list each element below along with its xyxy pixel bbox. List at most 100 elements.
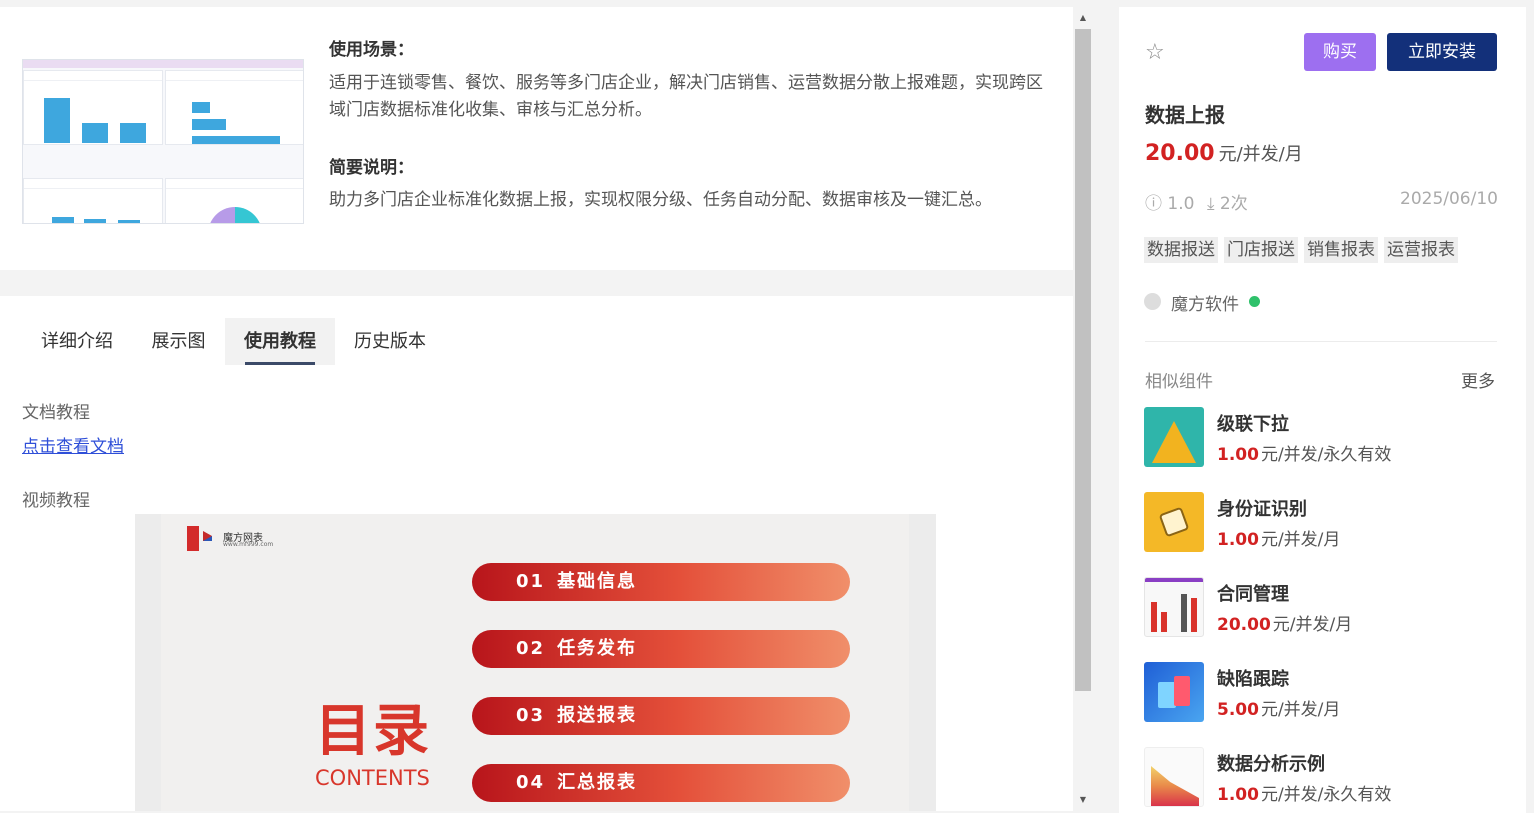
- similar-item-price-unit: 元/并发/永久有效: [1260, 785, 1392, 805]
- thumbnail-bar: [1161, 612, 1167, 632]
- tab-label: 详细介绍: [41, 331, 113, 352]
- tag[interactable]: 运营报表: [1384, 237, 1458, 263]
- tab-screenshots[interactable]: 展示图: [132, 318, 225, 365]
- scroll-down-icon[interactable]: ▼: [1073, 793, 1093, 807]
- tag[interactable]: 数据报送: [1144, 237, 1218, 263]
- scenario-title: 使用场景：: [329, 40, 414, 60]
- similar-item-price-amount: 20.00: [1217, 615, 1271, 635]
- info-icon: ⓘ: [1145, 194, 1162, 214]
- similar-title: 相似组件: [1145, 372, 1213, 392]
- contents-item-label: 报送报表: [557, 705, 638, 726]
- contents-item: 01 基础信息: [472, 563, 850, 601]
- tab-tutorial[interactable]: 使用教程: [225, 318, 335, 365]
- contents-item-label: 汇总报表: [557, 772, 638, 793]
- video-tutorial-label: 视频教程: [22, 491, 90, 511]
- doc-tutorial-label: 文档教程: [22, 403, 90, 423]
- thumbnail-bar: [84, 219, 106, 223]
- verified-badge-icon: [1249, 296, 1260, 307]
- similar-item-price-unit: 元/并发/月: [1260, 700, 1341, 720]
- tab-label: 使用教程: [244, 331, 316, 352]
- similar-item-thumbnail: [1144, 747, 1204, 807]
- thumbnail-pie: [208, 207, 262, 223]
- contents-item-num: 04: [516, 772, 546, 793]
- thumbnail-panel: [165, 178, 303, 223]
- install-button[interactable]: 立即安装: [1387, 33, 1497, 71]
- scrollbar[interactable]: ▲ ▼: [1073, 7, 1093, 811]
- area-chart-icon: [1151, 766, 1199, 806]
- thumbnail-panel: [23, 178, 163, 223]
- similar-item-price: 5.00 元/并发/月: [1217, 695, 1340, 720]
- tab-details[interactable]: 详细介绍: [22, 318, 132, 365]
- similar-more-link[interactable]: 更多: [1461, 367, 1495, 392]
- release-date: 2025/06/10: [1400, 189, 1498, 209]
- thumbnail-bar: [44, 98, 70, 143]
- similar-item-name: 缺陷跟踪: [1217, 669, 1289, 690]
- version-info: ⓘ 1.0: [1145, 189, 1194, 214]
- contents-item: 02 任务发布: [472, 630, 850, 668]
- summary-title: 简要说明：: [329, 158, 414, 178]
- price-amount: 20.00: [1145, 141, 1215, 166]
- thumbnail-bar: [192, 102, 210, 113]
- similar-item-price-amount: 1.00: [1217, 445, 1259, 465]
- scroll-thumb[interactable]: [1075, 29, 1091, 691]
- similar-item-price-unit: 元/并发/永久有效: [1260, 445, 1392, 465]
- contents-item-num: 01: [516, 571, 546, 592]
- similar-item-name: 级联下拉: [1217, 414, 1289, 435]
- product-sidebar: ☆ 购买 立即安装 数据上报 20.00 元/并发/月 ⓘ 1.0 ⤓ 2次 20…: [1119, 7, 1526, 813]
- favorite-star-icon[interactable]: ☆: [1145, 42, 1165, 64]
- contents-item: 03 报送报表: [472, 697, 850, 735]
- view-doc-link[interactable]: 点击查看文档: [22, 432, 124, 457]
- pyramid-icon: [1152, 421, 1196, 463]
- similar-item-price-unit: 元/并发/月: [1260, 530, 1341, 550]
- tag[interactable]: 门店报送: [1224, 237, 1298, 263]
- buy-button[interactable]: 购买: [1304, 33, 1376, 71]
- thumbnail-bar: [82, 123, 108, 143]
- similar-item-name: 身份证识别: [1217, 499, 1307, 520]
- similar-item-price: 1.00 元/并发/永久有效: [1217, 780, 1391, 805]
- video-frame: 魔方网表 www.mf999.com 目录 CONTENTS 01 基础信息 02…: [161, 514, 909, 811]
- similar-item-price-amount: 5.00: [1217, 700, 1259, 720]
- similar-item-price: 1.00 元/并发/永久有效: [1217, 440, 1391, 465]
- similar-item-thumbnail: [1144, 577, 1204, 637]
- scroll-up-icon[interactable]: ▲: [1073, 11, 1093, 25]
- id-card-icon: [1158, 506, 1190, 538]
- thumbnail-panel: [165, 70, 303, 145]
- tab-history[interactable]: 历史版本: [335, 318, 445, 365]
- similar-item[interactable]: 合同管理 20.00 元/并发/月: [1144, 577, 1504, 639]
- similar-item[interactable]: 数据分析示例 1.00 元/并发/永久有效: [1144, 747, 1504, 809]
- price-unit: 元/并发/月: [1218, 144, 1303, 165]
- description-card: 使用场景： 适用于连锁零售、餐饮、服务等多门店企业，解决门店销售、运营数据分散上…: [0, 7, 1073, 270]
- main-content: 使用场景： 适用于连锁零售、餐饮、服务等多门店企业，解决门店销售、运营数据分散上…: [0, 7, 1073, 811]
- thumbnail-panel: [23, 70, 163, 145]
- similar-item-thumbnail: [1144, 407, 1204, 467]
- download-icon: ⤓: [1207, 194, 1215, 214]
- contents-item-num: 03: [516, 705, 546, 726]
- similar-item[interactable]: 缺陷跟踪 5.00 元/并发/月: [1144, 662, 1504, 724]
- thumbnail-bar: [192, 119, 226, 130]
- author-name[interactable]: 魔方软件: [1171, 290, 1239, 315]
- device-icon: [1174, 676, 1190, 706]
- preview-thumbnail[interactable]: [22, 59, 304, 224]
- divider: [1145, 341, 1497, 342]
- thumbnail-bar: [192, 136, 280, 144]
- similar-item-price-amount: 1.00: [1217, 785, 1259, 805]
- similar-item[interactable]: 级联下拉 1.00 元/并发/永久有效: [1144, 407, 1504, 469]
- similar-item[interactable]: 身份证识别 1.00 元/并发/月: [1144, 492, 1504, 554]
- similar-item-thumbnail: [1144, 662, 1204, 722]
- thumbnail-bar: [52, 217, 74, 223]
- product-price: 20.00 元/并发/月: [1145, 140, 1303, 166]
- video-brand-url: www.mf999.com: [223, 541, 274, 548]
- tab-active-underline: [245, 362, 315, 365]
- brand-logo-icon: [187, 526, 199, 551]
- product-title: 数据上报: [1145, 103, 1225, 127]
- version-value: 1.0: [1167, 194, 1195, 214]
- contents-item-label: 基础信息: [557, 571, 638, 592]
- similar-item-thumbnail: [1144, 492, 1204, 552]
- thumbnail-bar: [118, 220, 140, 223]
- tag[interactable]: 销售报表: [1304, 237, 1378, 263]
- tabs-card: 详细介绍 展示图 使用教程 历史版本 文档教程 点击查看文档 视频教程 魔方网表…: [0, 296, 1073, 811]
- thumbnail-bar: [120, 123, 146, 143]
- tutorial-video[interactable]: 魔方网表 www.mf999.com 目录 CONTENTS 01 基础信息 02…: [135, 514, 936, 811]
- video-big-title: 目录: [315, 699, 431, 764]
- similar-item-name: 合同管理: [1217, 584, 1289, 605]
